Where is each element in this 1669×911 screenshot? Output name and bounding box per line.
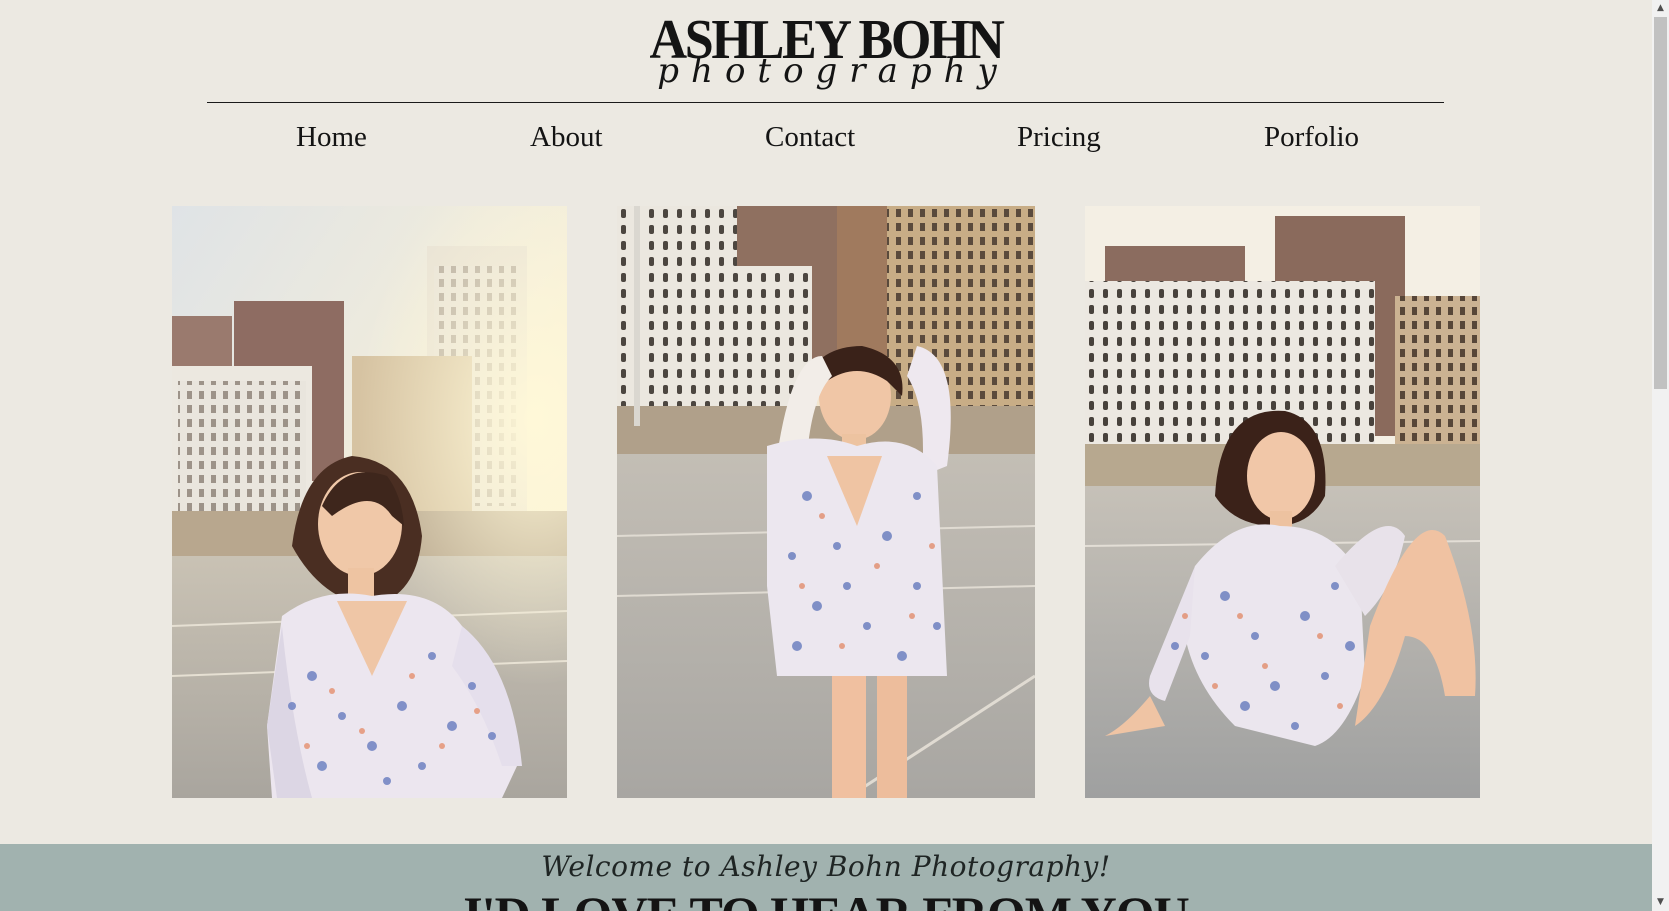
- nav-contact-link[interactable]: Contact: [765, 118, 855, 156]
- scroll-down-icon[interactable]: ▼: [1652, 894, 1669, 911]
- nav-portfolio-link[interactable]: Porfolio: [1264, 118, 1359, 156]
- site-logo[interactable]: ASHLEY BOHN photography: [600, 6, 1052, 96]
- scroll-up-icon[interactable]: ▲: [1652, 0, 1669, 17]
- nav-about-link[interactable]: About: [530, 118, 603, 156]
- gallery-photo-3: [1085, 206, 1480, 798]
- welcome-headline: I'D LOVE TO HEAR FROM YOU: [0, 886, 1652, 911]
- page-content: ASHLEY BOHN photography Home About Conta…: [0, 0, 1652, 911]
- welcome-script-line: Welcome to Ashley Bohn Photography!: [541, 850, 1111, 883]
- header-divider: [207, 102, 1444, 103]
- vertical-scrollbar[interactable]: ▲ ▼: [1652, 0, 1669, 911]
- page: ASHLEY BOHN photography Home About Conta…: [0, 0, 1669, 911]
- nav-home-link[interactable]: Home: [296, 118, 367, 156]
- welcome-section: Welcome to Ashley Bohn Photography! I'D …: [0, 844, 1652, 911]
- gallery-photo-1: [172, 206, 567, 798]
- nav-pricing-link[interactable]: Pricing: [1017, 118, 1101, 156]
- gallery-photo-2: [617, 206, 1035, 798]
- scrollbar-thumb[interactable]: [1654, 17, 1667, 389]
- logo-wordmark: ASHLEY BOHN: [649, 9, 1004, 71]
- main-nav: Home About Contact Pricing Porfolio: [207, 118, 1444, 158]
